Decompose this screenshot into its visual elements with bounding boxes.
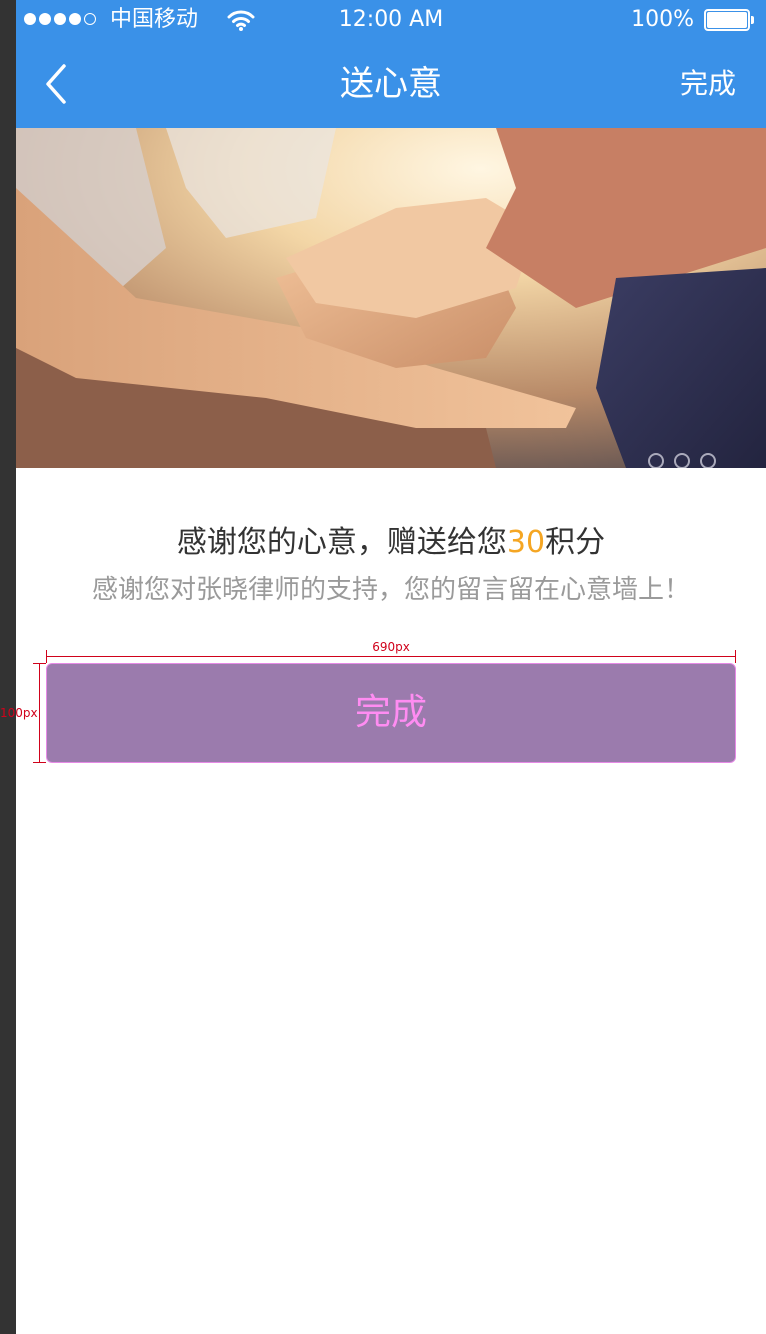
width-annotation-line xyxy=(46,656,736,657)
stacked-hands-photo xyxy=(16,128,766,468)
done-button[interactable]: 完成 xyxy=(46,663,736,763)
thanks-message-prefix: 感谢您的心意，赠送给您 xyxy=(176,525,507,560)
support-message: 感谢您对张晓律师的支持，您的留言留在心意墙上！ xyxy=(91,575,690,605)
points-value: 30 xyxy=(506,525,546,560)
height-annotation-line xyxy=(39,663,40,763)
thanks-message-suffix: 积分 xyxy=(545,525,606,560)
battery-percent: 100% xyxy=(631,7,694,32)
width-annotation-tick xyxy=(735,650,736,663)
height-annotation-label: 100px xyxy=(0,706,38,720)
height-annotation-tick xyxy=(33,762,46,763)
hero-image xyxy=(16,128,766,468)
status-bar: 中国移动 12:00 AM 100% xyxy=(16,0,766,40)
screen: 中国移动 12:00 AM 100% 送心意 完成 感谢您的心意，赠送给您30积… xyxy=(16,0,766,1334)
page-title: 送心意 xyxy=(340,64,442,104)
width-annotation-tick xyxy=(46,650,47,663)
battery-icon xyxy=(704,9,754,31)
height-annotation-tick xyxy=(33,663,46,664)
nav-done-button[interactable]: 完成 xyxy=(680,66,736,102)
width-annotation-label: 690px xyxy=(372,640,410,654)
thanks-message: 感谢您的心意，赠送给您30积分 xyxy=(16,521,766,565)
nav-bar: 送心意 完成 xyxy=(16,40,766,128)
